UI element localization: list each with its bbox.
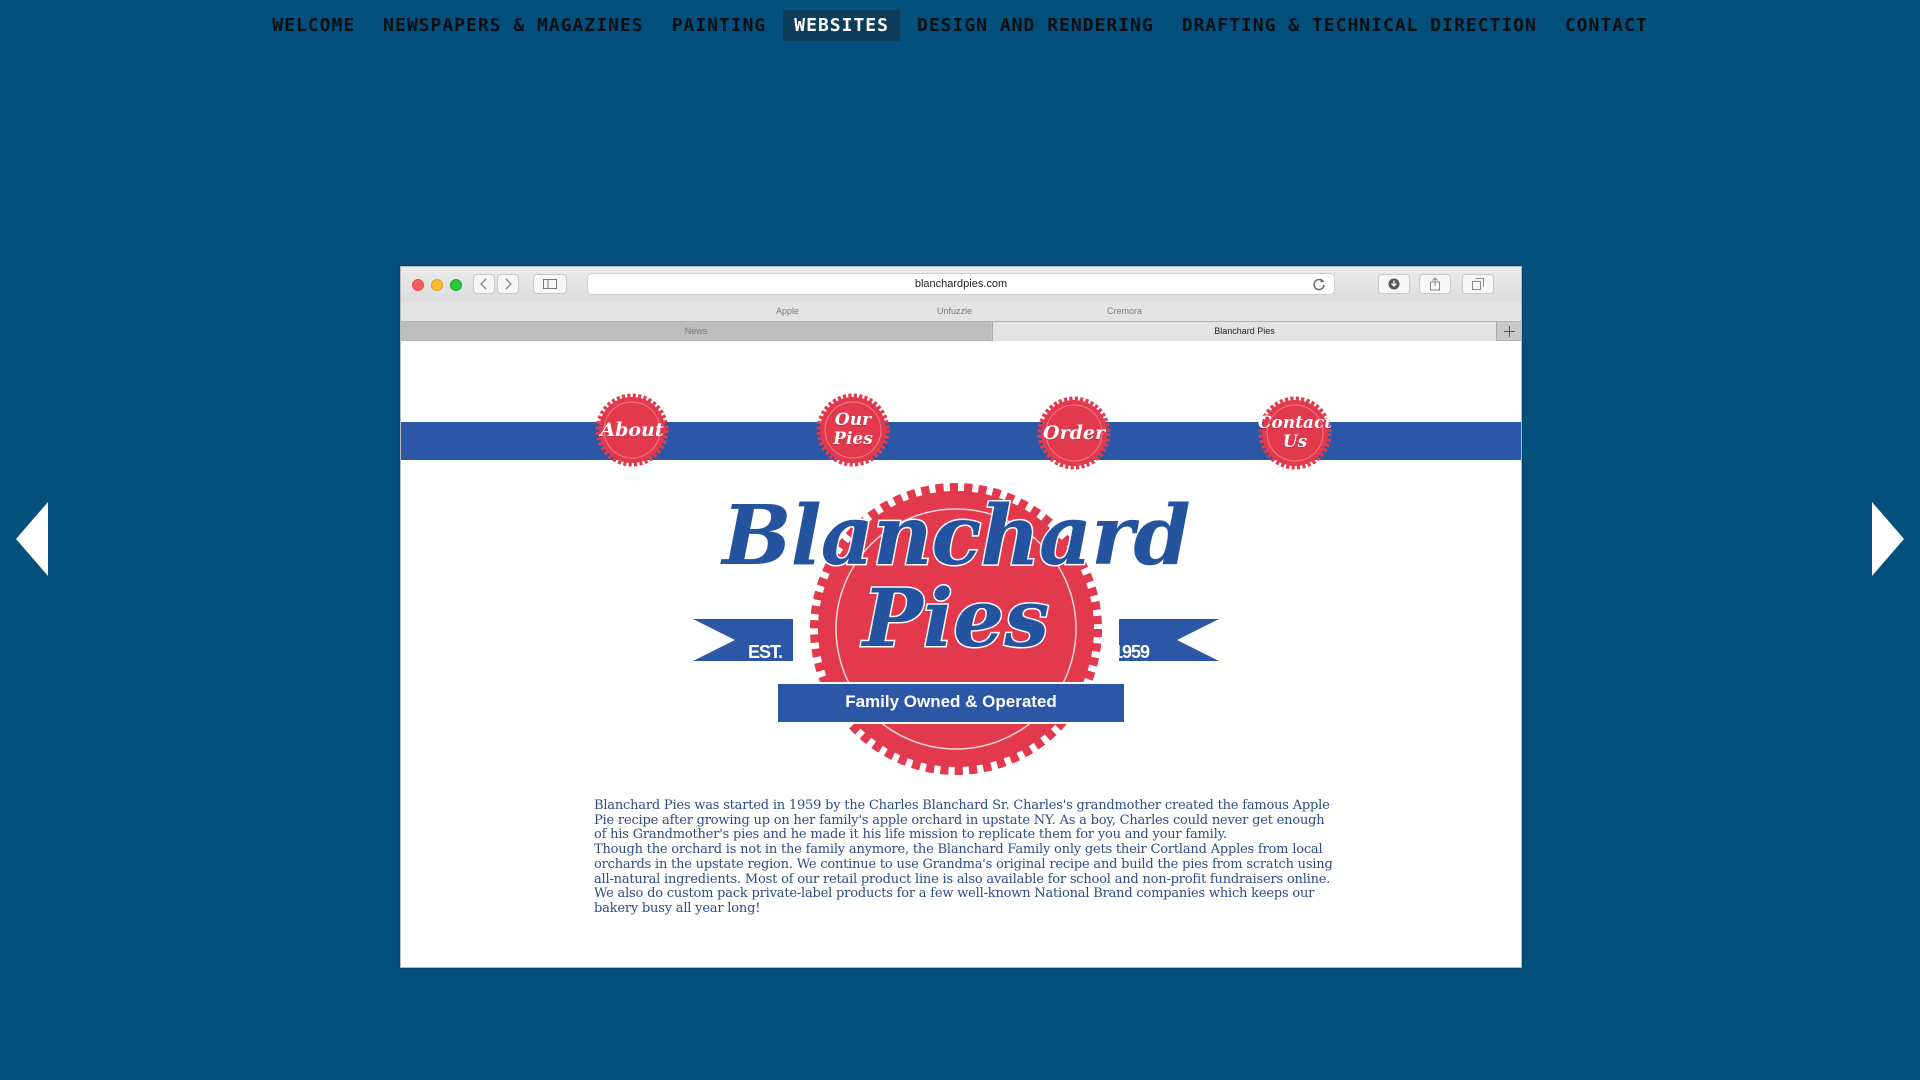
about-paragraph: Blanchard Pies was started in 1959 by th… [594,798,1330,843]
reload-icon[interactable] [1312,277,1326,294]
menu-stripe [401,422,1521,460]
next-arrow-icon[interactable] [1870,500,1906,578]
nav-newspapers-magazines[interactable]: Newspapers & Magazines [372,10,654,41]
contact-us-button[interactable]: Contact Us [1256,394,1334,472]
minimize-window-button[interactable] [431,279,443,291]
back-chevron-icon[interactable] [473,274,495,294]
about-button[interactable]: About [593,391,671,469]
portfolio-nav: Welcome Newspapers & Magazines Painting … [0,9,1920,41]
close-window-button[interactable] [412,279,424,291]
about-paragraph: Though the orchard is not in the family … [594,842,1333,916]
address-bar[interactable]: blanchardpies.com [587,273,1335,295]
order-label: Order [1043,422,1105,444]
nav-design-rendering[interactable]: Design and Rendering [906,10,1165,41]
blanchard-pies-logo: Blanchard Pies EST. 1959 Family Owned & … [693,465,1219,785]
website-page: About Our Pies Order Contact Us Blanchar… [401,341,1521,967]
logo-tagline: Family Owned & Operated [845,692,1057,711]
nav-drafting-technical-direction[interactable]: Drafting & Technical Direction [1171,10,1548,41]
about-label: About [600,419,664,441]
our-pies-button[interactable]: Our Pies [814,391,892,469]
tab-news[interactable]: News [401,322,991,341]
tab-bar: News Blanchard Pies [401,321,1521,341]
favorite-cremora[interactable]: Cremora [1107,306,1142,316]
favorite-unfuzzle[interactable]: Unfuzzle [937,306,972,316]
logo-title: Blanchard [721,488,1192,584]
logo-year: 1959 [1113,642,1150,662]
sidebar-icon[interactable] [533,274,567,294]
browser-window: blanchardpies.com Apple Unfuzzle Cremora… [400,266,1522,968]
nav-websites[interactable]: Websites [783,9,900,41]
our-pies-label: Our Pies [833,410,873,449]
tab-blanchard-pies[interactable]: Blanchard Pies [992,322,1496,341]
plus-icon[interactable] [1496,322,1521,341]
nav-contact[interactable]: Contact [1554,10,1659,41]
order-button[interactable]: Order [1035,394,1113,472]
favorites-bar: Apple Unfuzzle Cremora [401,301,1521,321]
contact-us-label: Contact Us [1257,413,1333,452]
share-icon[interactable] [1419,274,1451,294]
url-text: blanchardpies.com [914,278,1008,290]
previous-arrow-icon[interactable] [14,500,50,578]
nav-welcome[interactable]: Welcome [261,10,366,41]
logo-est: EST. [748,642,783,662]
download-icon[interactable] [1378,274,1410,294]
favorite-apple[interactable]: Apple [776,306,799,316]
nav-painting[interactable]: Painting [661,10,778,41]
about-text: Blanchard Pies was started in 1959 by th… [594,798,1339,917]
browser-toolbar: blanchardpies.com [401,267,1521,301]
forward-chevron-icon[interactable] [497,274,519,294]
tabs-overview-icon[interactable] [1462,274,1494,294]
zoom-window-button[interactable] [450,279,462,291]
